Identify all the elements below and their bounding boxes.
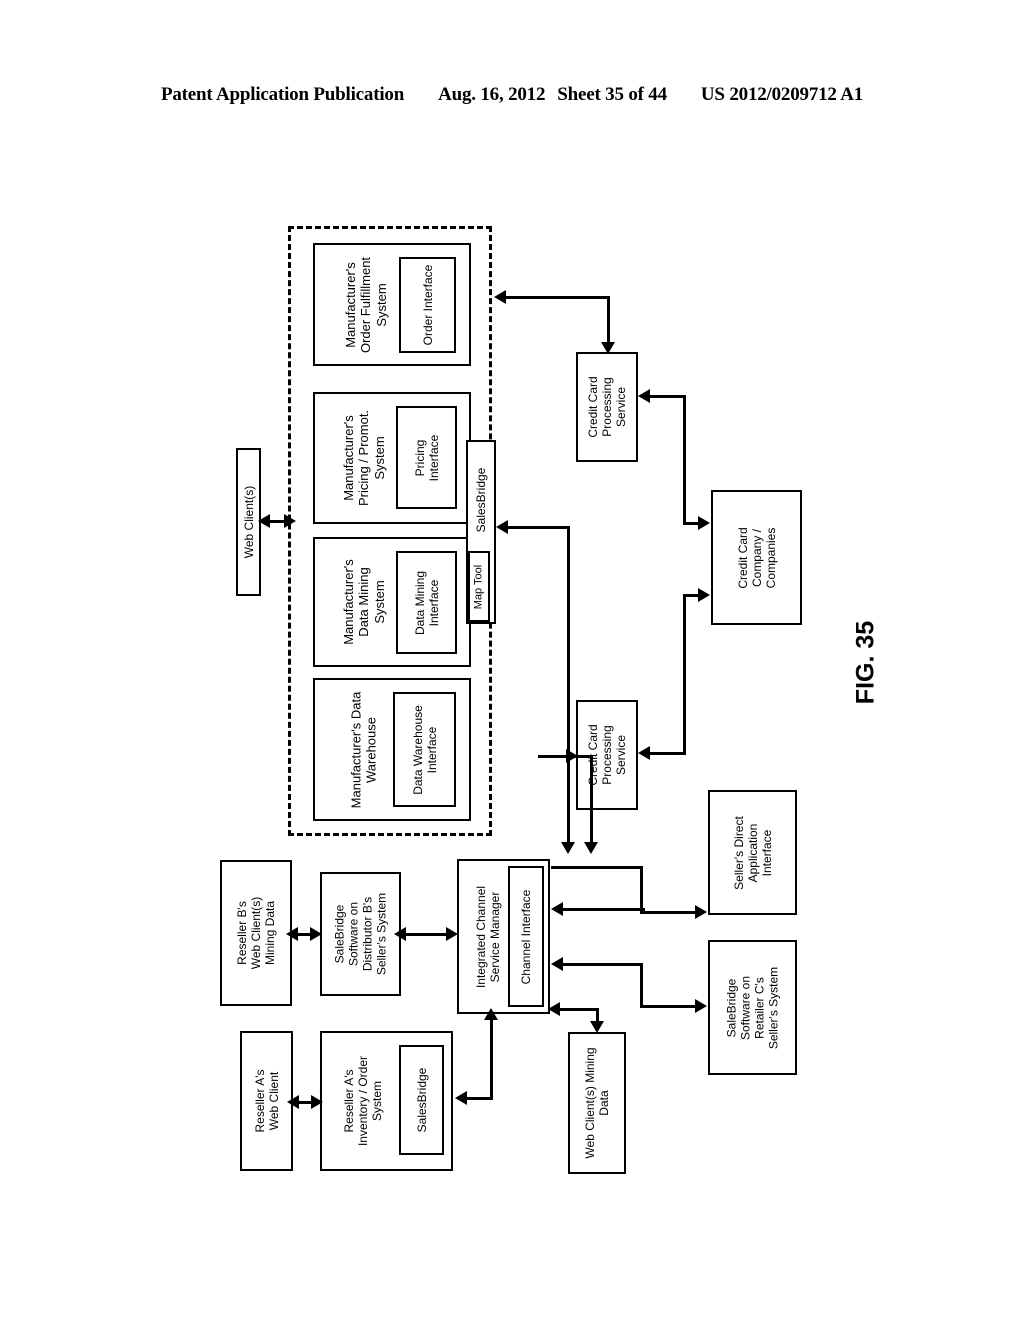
data-warehouse-interface-label: Data Warehouse Interface xyxy=(410,704,439,795)
conn-cc-to-ccps-top-h xyxy=(650,395,686,398)
sellers-direct-label: Seller's Direct Application Interface xyxy=(731,815,774,890)
conn-ccps-top-arrowhead xyxy=(494,290,506,304)
channel-interface-box: Channel Interface xyxy=(508,866,544,1007)
map-tool-label: Map Tool xyxy=(472,564,485,609)
conn-resa-icsm-arrow-left xyxy=(455,1091,467,1105)
conn-webclients-arrow-right xyxy=(284,514,296,528)
sellers-direct-application-interface-box: Seller's Direct Application Interface xyxy=(708,790,797,915)
reseller-a-web-client-box: Reseller A's Web Client xyxy=(240,1031,293,1171)
data-warehouse-interface-box: Data Warehouse Interface xyxy=(393,692,456,807)
conn-cc-company-arrow-lower xyxy=(698,588,710,602)
data-mining-interface-box: Data Mining Interface xyxy=(396,551,457,654)
conn-cc-to-ccps-top-v xyxy=(683,395,686,525)
conn-cc-to-ccps-top-arrow xyxy=(638,389,650,403)
conn-salesbridge-in-arrow xyxy=(496,520,508,534)
web-clients-label: Web Client(s) xyxy=(241,485,256,559)
pricing-interface-box: Pricing Interface xyxy=(396,406,457,509)
data-warehouse-label: Manufacturer's Data Warehouse xyxy=(348,691,380,808)
conn-retc-in-arrow xyxy=(551,957,563,971)
conn-sdai-out-h1 xyxy=(551,866,643,869)
conn-resb-distb-arrow-left xyxy=(286,927,298,941)
reseller-a-salesbridge-label: SalesBridge xyxy=(414,1067,429,1133)
conn-salesbridge-in-h xyxy=(508,526,570,529)
conn-retc-out-arrow xyxy=(695,999,707,1013)
conn-ccps-bot-feed-v xyxy=(590,755,593,844)
reseller-a-salesbridge-box: SalesBridge xyxy=(399,1045,444,1155)
conn-distb-icsm-arrow-right xyxy=(446,927,458,941)
conn-resa-icsm-h xyxy=(466,1097,493,1100)
data-mining-interface-label: Data Mining Interface xyxy=(412,570,441,635)
conn-sdai-out-arrow xyxy=(695,905,707,919)
conn-ccps-bot-feed-arrow xyxy=(566,749,578,763)
conn-resa-inv-arrow-right xyxy=(311,1095,323,1109)
reseller-b-label: Reseller B's Web Client(s) Mining Data xyxy=(234,896,278,970)
reseller-a-web-client-label: Reseller A's Web Client xyxy=(252,1069,281,1133)
conn-ccps-bot-v xyxy=(683,594,686,755)
header-docnum: US 2012/0209712 A1 xyxy=(700,84,864,105)
conn-retc-out-v xyxy=(640,963,643,1008)
pricing-interface-label: Pricing Interface xyxy=(412,434,441,481)
salebridge-distributor-b-label: SaleBridge Software on Distributor B's Sell… xyxy=(332,892,389,976)
reseller-b-web-clients-box: Reseller B's Web Client(s) Mining Data xyxy=(220,860,292,1006)
conn-resb-distb-arrow-right xyxy=(310,927,322,941)
icsm-label: Integrated Channel Service Manager xyxy=(474,885,503,988)
conn-resa-inv-arrow-left xyxy=(287,1095,299,1109)
order-interface-label: Order Interface xyxy=(420,264,435,346)
conn-retc-out-h2 xyxy=(640,1005,698,1008)
map-tool-box: Map Tool xyxy=(468,551,490,622)
conn-ccps-top-arrow-down xyxy=(601,342,615,354)
order-fulfillment-label: Manufacturer's Order Fulfillment System xyxy=(342,256,389,353)
conn-ccps-bot-h xyxy=(650,752,686,755)
channel-interface-label: Channel Interface xyxy=(518,889,533,984)
conn-resa-icsm-v xyxy=(490,1020,493,1100)
patent-figure-page: Patent Application Publication Aug. 16, 2… xyxy=(0,0,1024,1320)
conn-cc-company-arrow-upper xyxy=(698,516,710,530)
data-mining-system-label: Manufacturer's Data Mining System xyxy=(341,559,387,645)
header-sheet: Sheet 35 of 44 xyxy=(557,84,667,105)
header-date: Aug. 16, 2012 xyxy=(438,84,546,105)
conn-webclients-arrow-left xyxy=(258,514,270,528)
salesbridge-bar-label: SalesBridge xyxy=(473,467,488,532)
web-clients-mining-data-box: Web Client(s) Mining Data xyxy=(568,1032,626,1174)
conn-sdai-out-h2 xyxy=(640,911,698,914)
salebridge-retailer-c-label: SaleBridge Software on Retailer C's Seller'… xyxy=(724,966,781,1049)
reseller-a-inventory-label: Reseller A's Inventory / Order System xyxy=(342,1055,385,1147)
conn-sdai-in-h xyxy=(563,908,645,911)
conn-icsm-arrow-down-left xyxy=(561,842,575,854)
conn-ccps-top-v xyxy=(607,296,610,344)
conn-icsm-bottomleft-arrow xyxy=(548,1002,560,1016)
conn-ccps-bot-arrow xyxy=(638,746,650,760)
conn-resa-icsm-arrow-up xyxy=(484,1008,498,1020)
conn-icsm-arrow-down-right xyxy=(584,842,598,854)
pricing-system-label: Manufacturer's Pricing / Promot. System xyxy=(341,409,387,507)
salebridge-retailer-c-box: SaleBridge Software on Retailer C's Seller'… xyxy=(708,940,797,1075)
salebridge-distributor-b-box: SaleBridge Software on Distributor B's Sell… xyxy=(320,872,401,996)
conn-sdai-in-arrow xyxy=(551,902,563,916)
credit-card-company-box: Credit Card Company / Companies xyxy=(711,490,802,625)
order-interface-box: Order Interface xyxy=(399,257,456,353)
conn-ccps-top-h xyxy=(505,296,610,299)
conn-distb-icsm-arrow-left xyxy=(394,927,406,941)
conn-retc-out-h1 xyxy=(563,963,643,966)
cc-company-label: Credit Card Company / Companies xyxy=(735,526,778,589)
figure-label: FIG. 35 xyxy=(851,620,880,705)
ccps-top-label: Credit Card Processing Service xyxy=(585,376,629,438)
credit-card-processing-service-top: Credit Card Processing Service xyxy=(576,352,638,462)
conn-sdai-out-v xyxy=(640,866,643,914)
conn-salesbridge-in-v xyxy=(567,526,570,844)
publication-header: Patent Application Publication Aug. 16, 2… xyxy=(0,84,1024,106)
header-publication: Patent Application Publication xyxy=(160,84,405,105)
conn-wcmd-arrow xyxy=(590,1021,604,1033)
web-clients-mining-label: Web Client(s) Mining Data xyxy=(582,1047,611,1159)
